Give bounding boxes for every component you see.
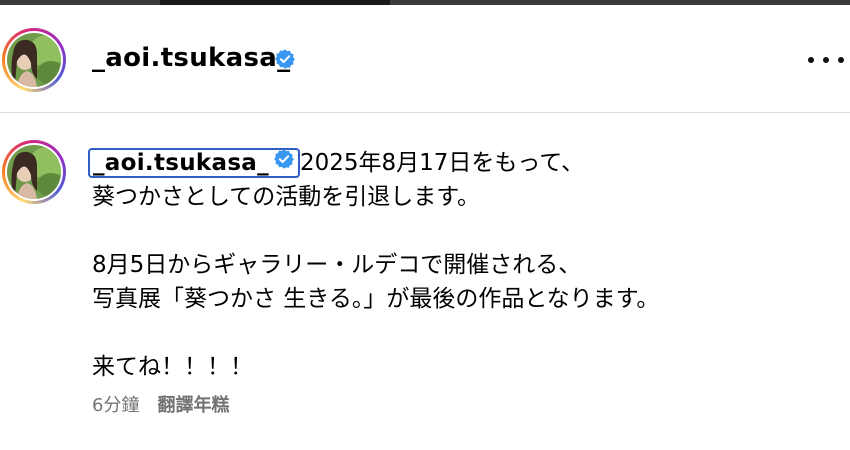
more-horizontal-icon [838,57,844,63]
translate-button[interactable]: 翻譯年糕 [157,395,229,416]
avatar-ring-gap [5,31,63,89]
more-options-button[interactable] [808,50,844,70]
media-strip-segment [390,0,850,5]
verified-badge-icon [274,48,296,74]
top-media-strip [0,0,850,5]
caption-text-body: 葵つかさとしての活動を引退します。 8月5日からギャラリー・ルデコで開催される、… [92,184,660,380]
media-strip-segment [0,0,160,5]
more-horizontal-icon [823,57,829,63]
caption-avatar[interactable] [2,140,66,204]
post-meta: 6分鐘 翻譯年糕 [92,394,229,418]
header-avatar[interactable] [2,28,66,92]
header-divider [0,112,850,113]
avatar-ring-gap [5,143,63,201]
post-caption: _aoi.tsukasa_ 2025年8月17日をもって、 葵つかさとしての活動を… [88,146,832,384]
header-username[interactable]: _aoi.tsukasa_ [92,42,290,74]
caption-text-first-line: 2025年8月17日をもって、 [299,150,585,176]
caption-username-link[interactable]: _aoi.tsukasa_ [88,148,300,178]
timestamp: 6分鐘 [92,395,140,416]
verified-badge-icon [273,148,295,176]
avatar-image [7,145,61,199]
more-horizontal-icon [808,57,814,63]
caption-username[interactable]: _aoi.tsukasa_ [93,150,269,176]
avatar-image [7,33,61,87]
